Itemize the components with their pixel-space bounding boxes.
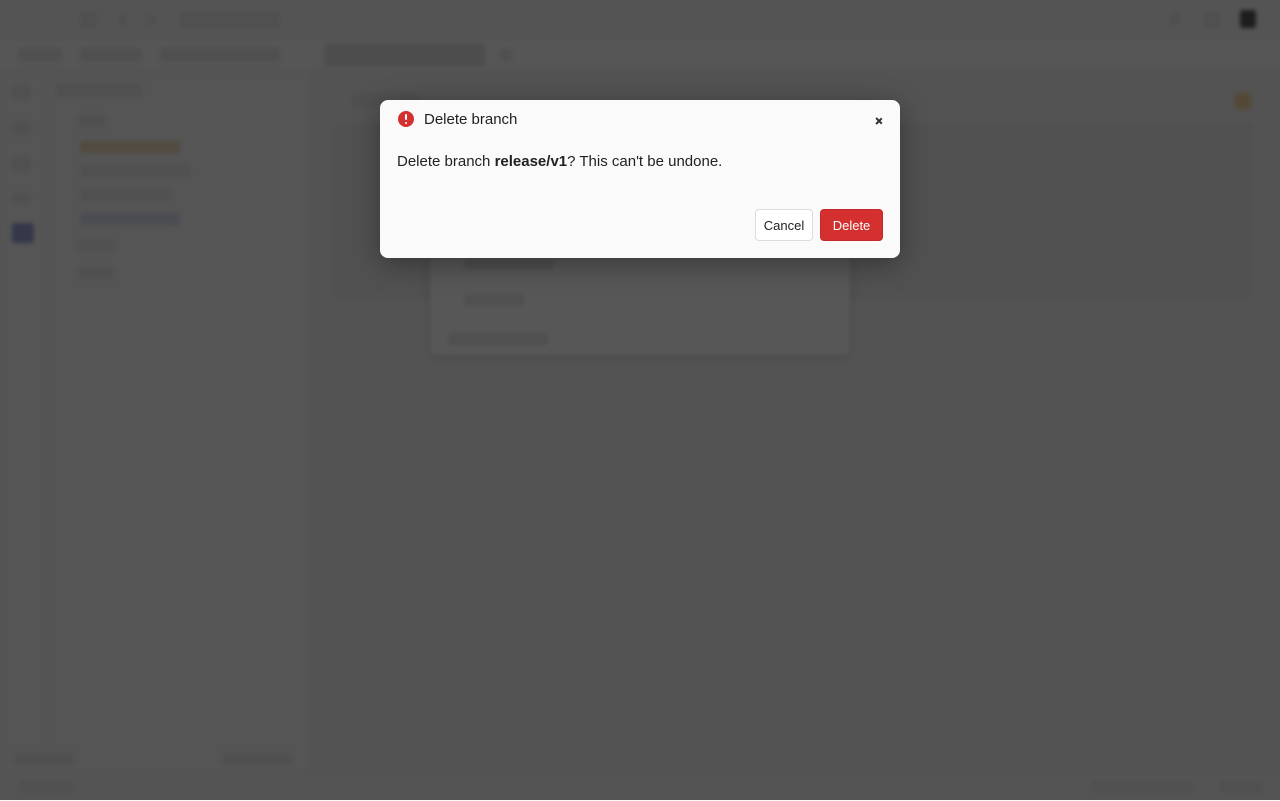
cancel-button[interactable]: Cancel (755, 209, 813, 241)
error-icon (398, 111, 414, 127)
delete-button[interactable]: Delete (820, 209, 883, 241)
delete-branch-dialog: Delete branch Delete branch release/v1? … (380, 100, 900, 258)
message-prefix: Delete branch (397, 153, 495, 170)
dialog-header: Delete branch (398, 110, 517, 128)
branch-name: release/v1 (494, 153, 568, 170)
close-button[interactable] (872, 114, 886, 128)
dialog-message: Delete branch release/v1? This can't be … (397, 153, 722, 170)
message-suffix: ? This can't be undone. (567, 153, 723, 170)
dialog-title: Delete branch (424, 110, 518, 128)
